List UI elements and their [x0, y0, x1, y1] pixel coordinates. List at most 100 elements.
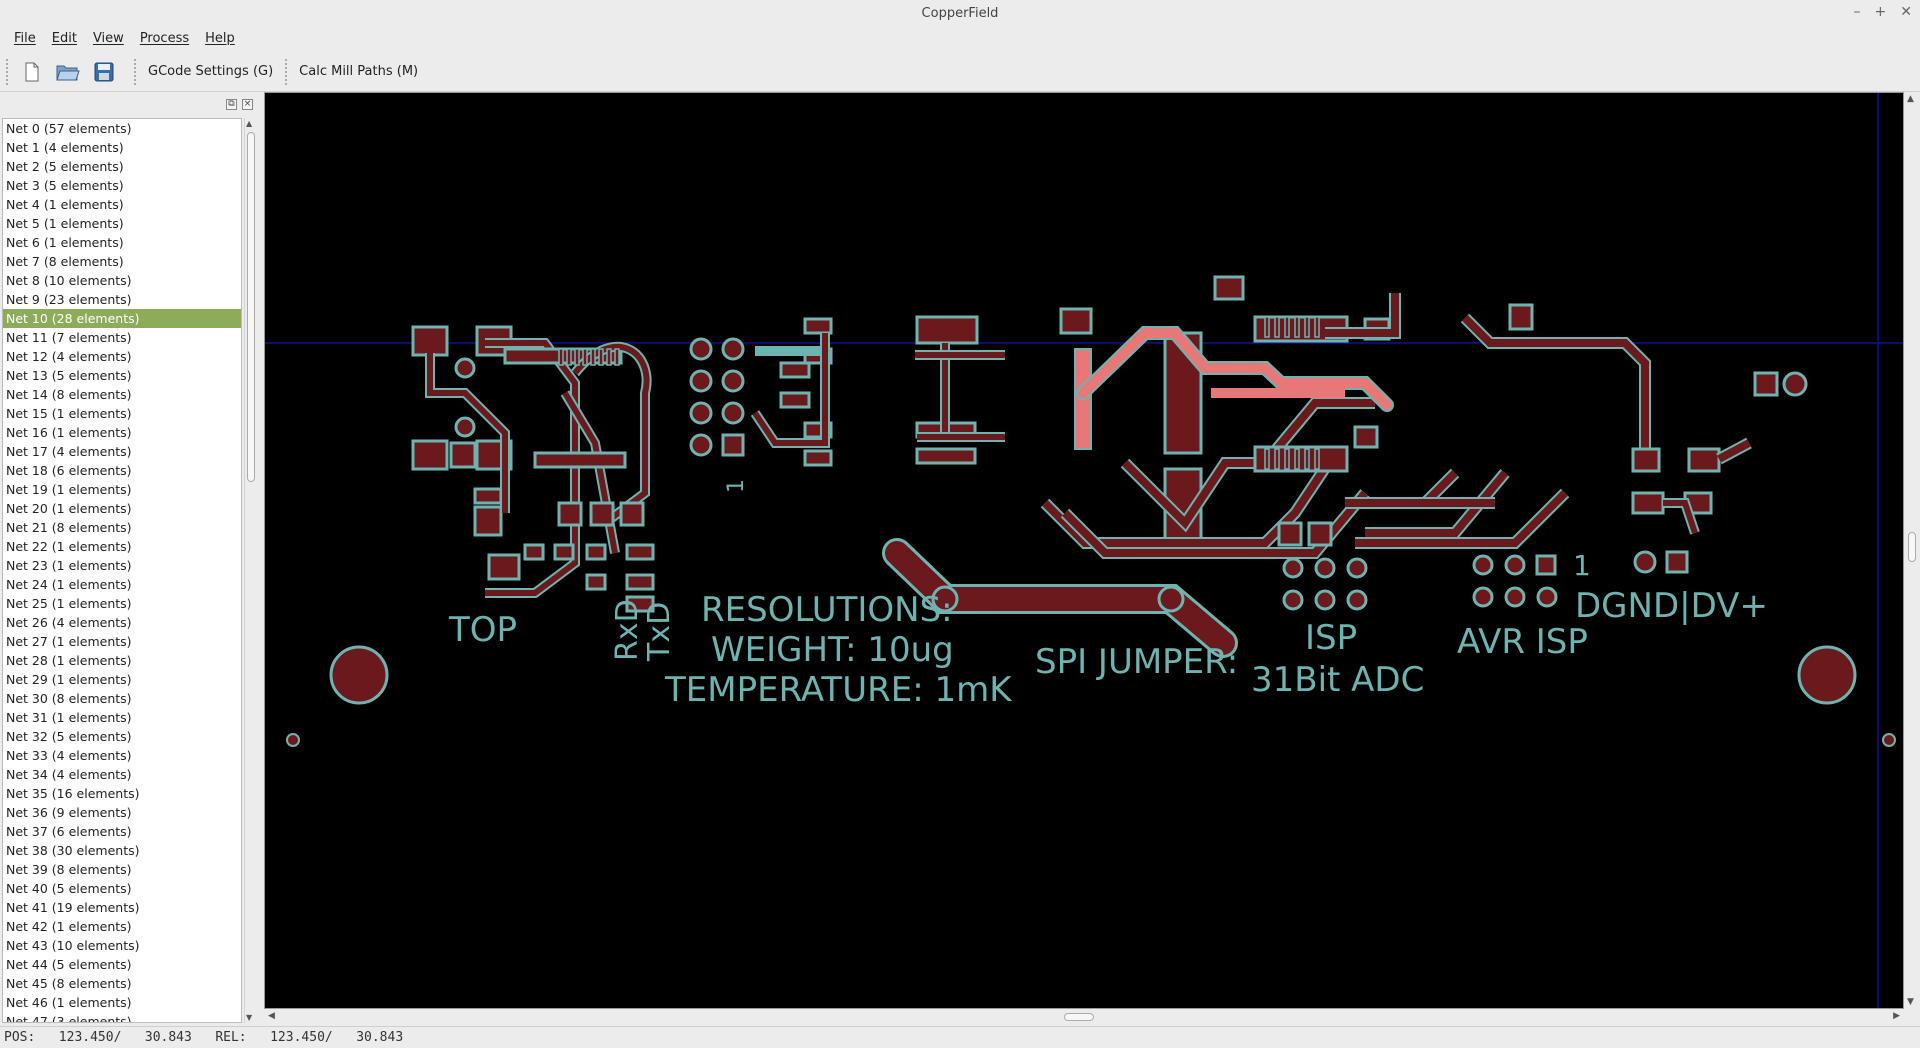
net-list-item[interactable]: Net 22 (1 elements): [3, 537, 241, 556]
scroll-thumb[interactable]: [247, 132, 255, 482]
canvas-horizontal-scrollbar[interactable]: ◀ ▶: [264, 1009, 1904, 1025]
net-list[interactable]: Net 0 (57 elements) Net 1 (4 elements) Net…: [2, 118, 242, 1023]
net-list-item[interactable]: Net 7 (8 elements): [3, 252, 241, 271]
net-list-item[interactable]: Net 36 (9 elements): [3, 803, 241, 822]
net-list-item[interactable]: Net 25 (1 elements): [3, 594, 241, 613]
net-list-item[interactable]: Net 32 (5 elements): [3, 727, 241, 746]
label-rxd: RxD: [610, 599, 645, 661]
close-icon[interactable]: ✕: [1900, 4, 1912, 20]
save-icon[interactable]: [90, 58, 118, 86]
label-txd: TxD: [642, 602, 677, 662]
net-list-item[interactable]: Net 33 (4 elements): [3, 746, 241, 765]
mounting-hole: [1797, 645, 1857, 705]
scroll-up-icon[interactable]: ▲: [1907, 94, 1914, 104]
net-list-item[interactable]: Net 18 (6 elements): [3, 461, 241, 480]
net-list-item[interactable]: Net 14 (8 elements): [3, 385, 241, 404]
net-list-item[interactable]: Net 11 (7 elements): [3, 328, 241, 347]
scroll-thumb[interactable]: [1908, 532, 1916, 562]
net-list-item[interactable]: Net 27 (1 elements): [3, 632, 241, 651]
net-list-item[interactable]: Net 9 (23 elements): [3, 290, 241, 309]
net-list-item[interactable]: Net 16 (1 elements): [3, 423, 241, 442]
menu-file[interactable]: File: [6, 28, 44, 50]
net-list-item[interactable]: Net 17 (4 elements): [3, 442, 241, 461]
scroll-down-icon[interactable]: ▼: [1907, 997, 1914, 1007]
pcb-canvas[interactable]: TOP RxD TxD RESOLUTIONS: WEIGHT: 10ug TE…: [264, 92, 1904, 1009]
menu-help[interactable]: Help: [197, 28, 243, 50]
label-spi-jumper: SPI JUMPER:: [1035, 642, 1238, 682]
fiducial: [1882, 733, 1896, 747]
net-list-item[interactable]: Net 45 (8 elements): [3, 974, 241, 993]
net-list-item[interactable]: Net 19 (1 elements): [3, 480, 241, 499]
label-top: TOP: [448, 610, 517, 650]
net-list-item[interactable]: Net 5 (1 elements): [3, 214, 241, 233]
toolbar-grip[interactable]: [6, 58, 10, 85]
net-list-item[interactable]: Net 23 (1 elements): [3, 556, 241, 575]
net-list-item[interactable]: Net 46 (1 elements): [3, 993, 241, 1012]
net-list-item[interactable]: Net 30 (8 elements): [3, 689, 241, 708]
scroll-up-icon[interactable]: ▲: [246, 119, 252, 128]
window-controls: – + ✕: [1854, 4, 1912, 20]
toolbar-separator: [134, 58, 136, 85]
net-list-item[interactable]: Net 31 (1 elements): [3, 708, 241, 727]
mounting-hole: [329, 645, 389, 705]
scroll-down-icon[interactable]: ▼: [246, 1013, 252, 1022]
net-list-item[interactable]: Net 43 (10 elements): [3, 936, 241, 955]
net-list-item[interactable]: Net 37 (6 elements): [3, 822, 241, 841]
net-list-item[interactable]: Net 42 (1 elements): [3, 917, 241, 936]
maximize-icon[interactable]: +: [1875, 4, 1887, 20]
label-isp: ISP: [1305, 618, 1357, 658]
new-file-icon[interactable]: [18, 58, 46, 86]
net-list-item[interactable]: Net 34 (4 elements): [3, 765, 241, 784]
title-bar: CopperField – + ✕: [0, 0, 1920, 28]
net-list-item[interactable]: Net 10 (28 elements): [3, 309, 241, 328]
net-list-item[interactable]: Net 41 (19 elements): [3, 898, 241, 917]
net-list-item[interactable]: Net 35 (16 elements): [3, 784, 241, 803]
float-dock-icon[interactable]: ⧉: [226, 99, 237, 110]
minimize-icon[interactable]: –: [1854, 4, 1861, 20]
canvas-vertical-scrollbar[interactable]: ▲ ▼: [1904, 92, 1920, 1009]
menu-process[interactable]: Process: [132, 28, 197, 50]
window-title: CopperField: [921, 6, 999, 21]
scroll-thumb[interactable]: [1064, 1013, 1094, 1021]
net-list-item[interactable]: Net 29 (1 elements): [3, 670, 241, 689]
status-bar: POS: 123.450/ 30.843 REL: 123.450/ 30.84…: [0, 1026, 1920, 1048]
scroll-right-icon[interactable]: ▶: [1893, 1011, 1900, 1021]
net-list-item[interactable]: Net 12 (4 elements): [3, 347, 241, 366]
scroll-left-icon[interactable]: ◀: [268, 1011, 275, 1021]
close-dock-icon[interactable]: ×: [242, 99, 253, 110]
net-list-item[interactable]: Net 39 (8 elements): [3, 860, 241, 879]
highlighted-net: [1074, 326, 1394, 450]
net-list-item[interactable]: Net 6 (1 elements): [3, 233, 241, 252]
label-temperature: TEMPERATURE: 1mK: [664, 670, 1013, 710]
net-list-scrollbar[interactable]: ▲ ▼: [244, 118, 256, 1023]
net-list-item[interactable]: Net 0 (57 elements): [3, 119, 241, 138]
net-list-item[interactable]: Net 4 (1 elements): [3, 195, 241, 214]
menu-view[interactable]: View: [85, 28, 132, 50]
calc-mill-paths-button[interactable]: Calc Mill Paths (M): [295, 64, 422, 79]
net-list-item[interactable]: Net 24 (1 elements): [3, 575, 241, 594]
label-weight: WEIGHT: 10ug: [711, 630, 954, 670]
net-list-item[interactable]: Net 38 (30 elements): [3, 841, 241, 860]
net-list-item[interactable]: Net 3 (5 elements): [3, 176, 241, 195]
net-list-item[interactable]: Net 28 (1 elements): [3, 651, 241, 670]
net-list-dock: ⧉ × Net 0 (57 elements) Net 1 (4 elements…: [0, 94, 258, 1024]
net-list-item[interactable]: Net 20 (1 elements): [3, 499, 241, 518]
pcb-drawing: TOP RxD TxD RESOLUTIONS: WEIGHT: 10ug TE…: [265, 93, 1903, 1008]
net-list-item[interactable]: Net 8 (10 elements): [3, 271, 241, 290]
net-list-item[interactable]: Net 15 (1 elements): [3, 404, 241, 423]
gcode-settings-button[interactable]: GCode Settings (G): [144, 64, 277, 79]
net-list-item[interactable]: Net 47 (3 elements): [3, 1012, 241, 1022]
menu-bar: File Edit View Process Help: [0, 28, 1920, 50]
net-list-item[interactable]: Net 40 (5 elements): [3, 879, 241, 898]
net-list-item[interactable]: Net 2 (5 elements): [3, 157, 241, 176]
menu-edit[interactable]: Edit: [44, 28, 85, 50]
net-list-item[interactable]: Net 44 (5 elements): [3, 955, 241, 974]
net-list-item[interactable]: Net 13 (5 elements): [3, 366, 241, 385]
open-folder-icon[interactable]: [54, 58, 82, 86]
label-adc: 31Bit ADC: [1251, 660, 1424, 700]
label-dgnd-dv: DGND|DV+: [1575, 586, 1768, 626]
net-list-item[interactable]: Net 26 (4 elements): [3, 613, 241, 632]
net-list-item[interactable]: Net 21 (8 elements): [3, 518, 241, 537]
net-list-item[interactable]: Net 1 (4 elements): [3, 138, 241, 157]
label-pin1-header: 1: [724, 479, 749, 493]
